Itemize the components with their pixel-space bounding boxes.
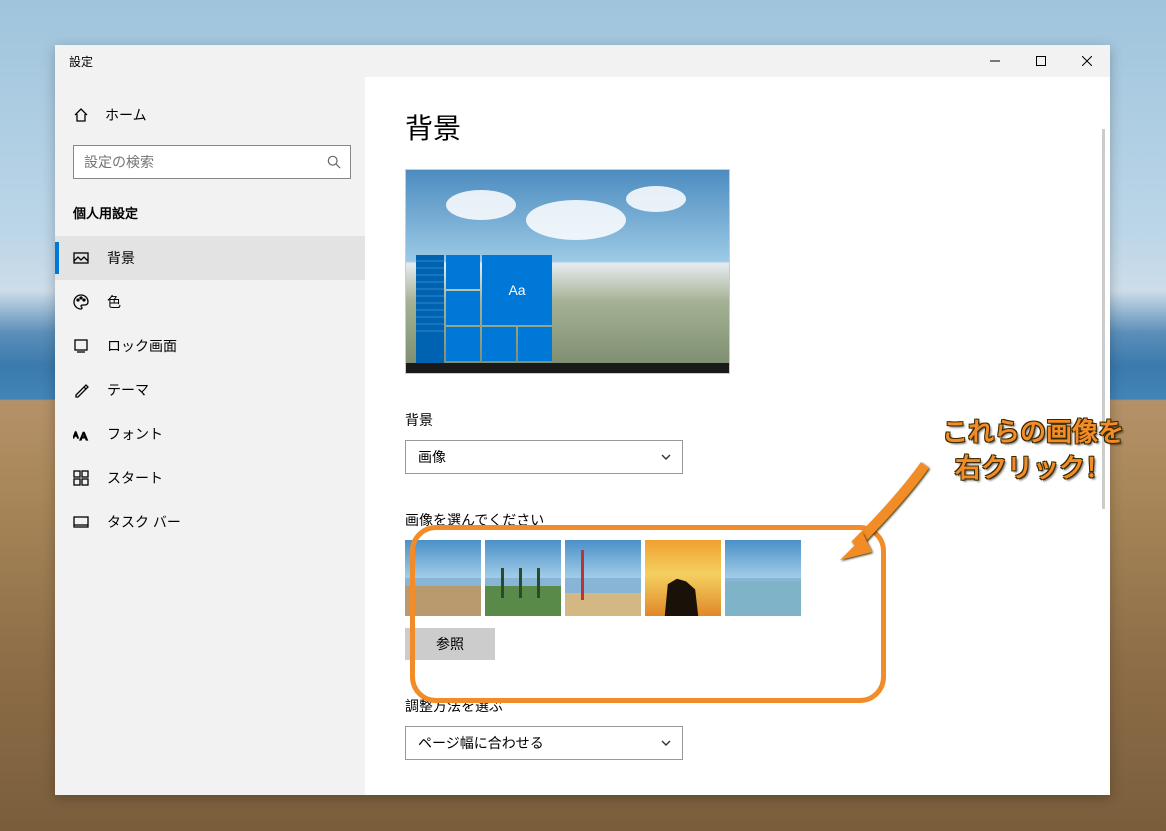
nav-label: スタート bbox=[107, 468, 163, 488]
color-icon bbox=[73, 294, 89, 310]
bg-thumbnail[interactable] bbox=[405, 540, 481, 616]
desktop-preview: Aa bbox=[405, 169, 730, 374]
bg-thumbnail[interactable] bbox=[485, 540, 561, 616]
svg-text:A: A bbox=[73, 431, 79, 440]
sidebar-item-background[interactable]: 背景 bbox=[55, 236, 365, 280]
maximize-button[interactable] bbox=[1018, 45, 1064, 77]
sidebar-item-font[interactable]: AA フォント bbox=[55, 412, 365, 456]
search-input[interactable] bbox=[73, 145, 351, 179]
window-controls bbox=[972, 45, 1110, 77]
title-bar: 設定 bbox=[55, 45, 1110, 77]
image-thumbnails bbox=[405, 540, 1060, 616]
sidebar-item-color[interactable]: 色 bbox=[55, 280, 365, 324]
theme-icon bbox=[73, 382, 89, 398]
svg-text:A: A bbox=[80, 431, 88, 442]
minimize-button[interactable] bbox=[972, 45, 1018, 77]
page-title: 背景 bbox=[405, 107, 1060, 147]
fit-select[interactable]: ページ幅に合わせる bbox=[405, 726, 683, 760]
preview-heading: 変更内容のプレビュー bbox=[405, 790, 1060, 795]
fit-value: ページ幅に合わせる bbox=[418, 733, 544, 753]
bg-thumbnail[interactable] bbox=[645, 540, 721, 616]
chevron-down-icon bbox=[660, 451, 672, 463]
annotation-line2: 右クリック！ bbox=[942, 450, 1124, 486]
search-box[interactable] bbox=[73, 145, 351, 179]
nav-label: ロック画面 bbox=[107, 336, 177, 356]
taskbar-mock bbox=[406, 363, 729, 373]
sample-tile: Aa bbox=[482, 255, 552, 325]
category-label: 個人用設定 bbox=[55, 183, 365, 236]
fit-label: 調整方法を選ぶ bbox=[405, 696, 1060, 716]
nav-label: 色 bbox=[107, 292, 121, 312]
bg-thumbnail[interactable] bbox=[725, 540, 801, 616]
nav-label: タスク バー bbox=[107, 512, 181, 532]
bg-thumbnail[interactable] bbox=[565, 540, 641, 616]
window-title: 設定 bbox=[69, 53, 93, 70]
taskbar-icon bbox=[73, 514, 89, 530]
home-button[interactable]: ホーム bbox=[55, 95, 365, 135]
chevron-down-icon bbox=[660, 737, 672, 749]
nav-label: フォント bbox=[107, 424, 163, 444]
sidebar-item-theme[interactable]: テーマ bbox=[55, 368, 365, 412]
sidebar-item-taskbar[interactable]: タスク バー bbox=[55, 500, 365, 544]
close-button[interactable] bbox=[1064, 45, 1110, 77]
lockscreen-icon bbox=[73, 338, 89, 354]
annotation-text: これらの画像を 右クリック！ bbox=[942, 414, 1124, 487]
sidebar: ホーム 個人用設定 背景 色 ロック画面 bbox=[55, 77, 365, 795]
font-icon: AA bbox=[73, 426, 89, 442]
nav-label: 背景 bbox=[107, 248, 135, 268]
annotation-line1: これらの画像を bbox=[942, 414, 1124, 450]
start-icon bbox=[73, 470, 89, 486]
sidebar-item-lockscreen[interactable]: ロック画面 bbox=[55, 324, 365, 368]
background-icon bbox=[73, 250, 89, 266]
sidebar-item-start[interactable]: スタート bbox=[55, 456, 365, 500]
bg-type-value: 画像 bbox=[418, 447, 446, 467]
nav-label: テーマ bbox=[107, 380, 149, 400]
start-menu-mock: Aa bbox=[416, 255, 552, 363]
search-icon bbox=[327, 155, 341, 169]
home-label: ホーム bbox=[105, 105, 147, 125]
browse-button[interactable]: 参照 bbox=[405, 628, 495, 660]
choose-image-label: 画像を選んでください bbox=[405, 510, 1060, 530]
bg-type-select[interactable]: 画像 bbox=[405, 440, 683, 474]
